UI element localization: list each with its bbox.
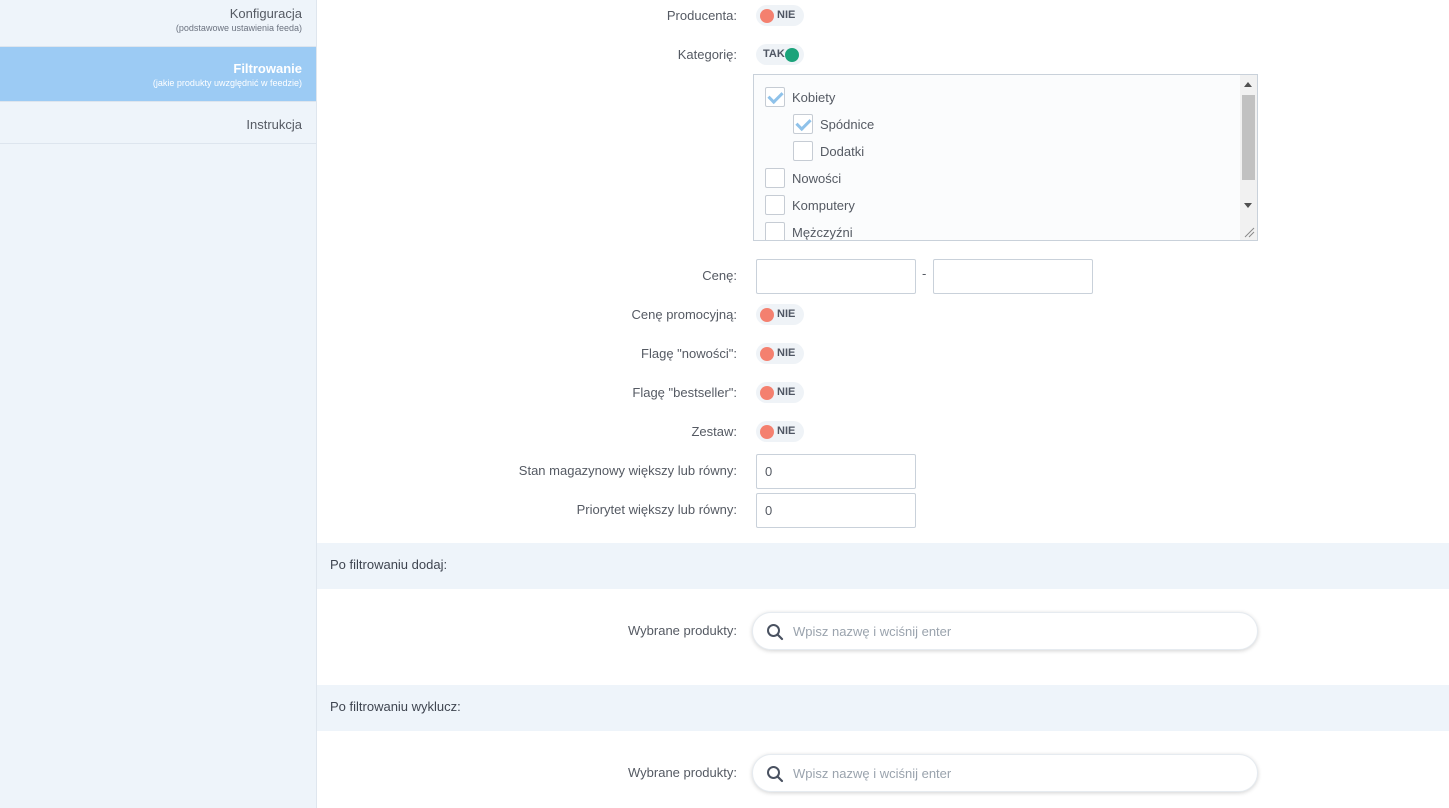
category-item-kobiety[interactable]: Kobiety	[765, 87, 835, 107]
toggle-knob	[760, 308, 774, 322]
sidebar-item-title: Instrukcja	[246, 117, 302, 132]
search-icon	[767, 624, 784, 641]
toggle-state: TAK	[763, 48, 785, 60]
scroll-up-arrow-icon[interactable]	[1244, 82, 1252, 87]
exclude-products-search-input[interactable]	[793, 763, 1233, 783]
flag-bestseller-toggle[interactable]: NIE	[756, 382, 804, 403]
scroll-thumb[interactable]	[1242, 95, 1255, 180]
toggle-knob	[785, 48, 799, 62]
category-label: Komputery	[792, 197, 855, 213]
sidebar: Konfiguracja (podstawowe ustawienia feed…	[0, 0, 317, 808]
sidebar-item-title: Konfiguracja	[229, 6, 302, 21]
price-label: Cenę:	[702, 268, 737, 283]
category-checkbox[interactable]	[793, 114, 813, 134]
add-products-search-input[interactable]	[793, 621, 1233, 641]
sidebar-item-filtering[interactable]: Filtrowanie (jakie produkty uwzględnić w…	[0, 47, 316, 102]
category-checkbox[interactable]	[765, 222, 785, 240]
priority-label: Priorytet większy lub równy:	[576, 502, 737, 517]
category-item-komputery[interactable]: Komputery	[765, 195, 855, 215]
stock-label: Stan magazynowy większy lub równy:	[518, 463, 737, 478]
price-to-input[interactable]	[933, 259, 1093, 294]
stock-input[interactable]	[756, 454, 916, 489]
toggle-state: NIE	[777, 9, 796, 21]
toggle-state: NIE	[777, 308, 796, 320]
categories-toggle[interactable]: TAK	[756, 44, 804, 65]
category-checkbox[interactable]	[793, 141, 813, 161]
sidebar-item-title: Filtrowanie	[233, 61, 302, 76]
resize-grip-icon[interactable]	[1244, 227, 1255, 238]
price-from-input[interactable]	[756, 259, 916, 294]
producer-label: Producenta:	[666, 8, 737, 23]
category-label: Mężczyźni	[792, 224, 853, 240]
flag-new-toggle[interactable]: NIE	[756, 343, 804, 364]
category-label: Nowości	[792, 170, 842, 186]
add-section-header: Po filtrowaniu dodaj:	[317, 543, 1449, 589]
bundle-label: Zestaw:	[691, 424, 737, 439]
toggle-knob	[760, 347, 774, 361]
sidebar-item-subtitle: (jakie produkty uwzględnić w feedzie)	[152, 78, 302, 88]
category-label: Spódnice	[820, 116, 875, 132]
exclude-products-label: Wybrane produkty:	[628, 765, 737, 780]
exclude-section-header: Po filtrowaniu wyklucz:	[317, 685, 1449, 731]
category-checkbox[interactable]	[765, 195, 785, 215]
category-item-dodatki[interactable]: Dodatki	[793, 141, 864, 161]
priority-input[interactable]	[756, 493, 916, 528]
exclude-products-search[interactable]	[752, 754, 1258, 792]
toggle-knob	[760, 425, 774, 439]
category-checkbox[interactable]	[765, 168, 785, 188]
toggle-state: NIE	[777, 386, 796, 398]
toggle-knob	[760, 9, 774, 23]
category-item-spodnice[interactable]: Spódnice	[793, 114, 874, 134]
category-label: Dodatki	[820, 143, 865, 159]
category-label: Kobiety	[792, 89, 836, 105]
add-products-label: Wybrane produkty:	[628, 623, 737, 638]
section-title: Po filtrowaniu wyklucz:	[330, 699, 461, 714]
toggle-knob	[760, 386, 774, 400]
categories-label: Kategorię:	[677, 47, 737, 62]
category-checkbox[interactable]	[765, 87, 785, 107]
scroll-down-arrow-icon[interactable]	[1244, 203, 1252, 208]
sidebar-item-subtitle: (podstawowe ustawienia feeda)	[175, 23, 302, 33]
add-products-search[interactable]	[752, 612, 1258, 650]
category-item-nowosci[interactable]: Nowości	[765, 168, 841, 188]
sidebar-item-configuration[interactable]: Konfiguracja (podstawowe ustawienia feed…	[0, 0, 316, 47]
section-title: Po filtrowaniu dodaj:	[330, 557, 448, 572]
toggle-state: NIE	[777, 347, 796, 359]
category-item-mezczyzni[interactable]: Mężczyźni	[765, 222, 853, 240]
flag-new-label: Flagę "nowości":	[641, 346, 737, 361]
sidebar-item-instructions[interactable]: Instrukcja	[0, 102, 316, 144]
category-tree[interactable]: Kobiety Spódnice Dodatki Nowości Kompute…	[753, 74, 1258, 241]
promo-price-label: Cenę promocyjną:	[631, 307, 738, 322]
category-scrollbar[interactable]	[1240, 75, 1257, 240]
bundle-toggle[interactable]: NIE	[756, 421, 804, 442]
search-icon	[767, 766, 784, 783]
flag-bestseller-label: Flagę "bestseller":	[632, 385, 737, 400]
promo-price-toggle[interactable]: NIE	[756, 304, 804, 325]
producer-toggle[interactable]: NIE	[756, 5, 804, 26]
toggle-state: NIE	[777, 425, 796, 437]
price-separator: -	[922, 266, 927, 281]
